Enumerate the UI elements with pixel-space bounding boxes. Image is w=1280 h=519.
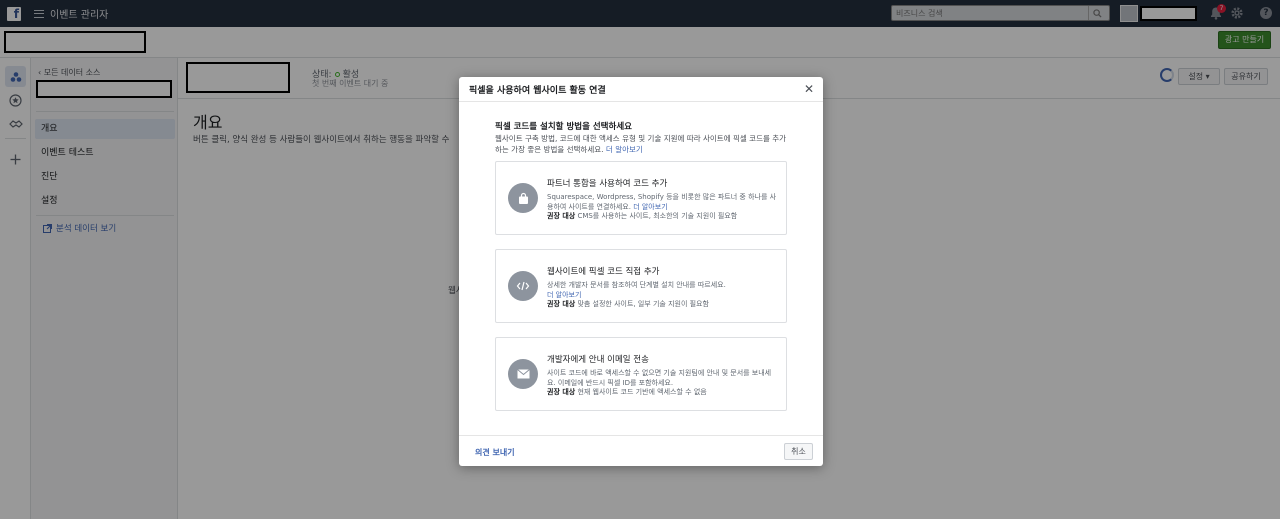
- envelope-icon: [508, 359, 538, 389]
- option-text: 개발자에게 안내 이메일 전송 사이트 코드에 바로 액세스할 수 없으면 기술…: [547, 353, 777, 398]
- option-manual-install[interactable]: 웹사이트에 픽셀 코드 직접 추가 상세한 개발자 문서를 참조하여 단계별 설…: [495, 249, 787, 323]
- cancel-button[interactable]: 취소: [784, 443, 813, 460]
- option-title: 파트너 통합을 사용하여 코드 추가: [547, 179, 668, 189]
- option-description: 사이트 코드에 바로 액세스할 수 없으면 기술 지원팀에 안내 및 문서를 보…: [547, 369, 772, 387]
- option-recommended: 권장 대상 현재 웹사이트 코드 기반에 액세스할 수 없음: [547, 388, 707, 396]
- modal-header: 픽셀을 사용하여 웹사이트 활동 연결: [459, 77, 823, 102]
- option-recommended: 권장 대상 맞춤 설정한 사이트, 일부 기술 지원이 필요함: [547, 300, 709, 308]
- option-description: 상세한 개발자 문서를 참조하여 단계별 설치 안내를 따르세요. 더 알아보기: [547, 281, 726, 299]
- close-icon[interactable]: ✕: [803, 83, 815, 95]
- connect-website-modal: 픽셀을 사용하여 웹사이트 활동 연결 ✕ 픽셀 코드를 설치할 방법을 선택하…: [459, 77, 823, 466]
- option-learn-more-link[interactable]: 더 알아보기: [547, 291, 581, 299]
- code-icon: [508, 271, 538, 301]
- send-feedback-link[interactable]: 의견 보내기: [475, 447, 515, 458]
- learn-more-link[interactable]: 더 알아보기: [606, 145, 643, 154]
- modal-footer: 의견 보내기 취소: [459, 435, 823, 466]
- option-text: 웹사이트에 픽셀 코드 직접 추가 상세한 개발자 문서를 참조하여 단계별 설…: [547, 265, 777, 310]
- option-text: 파트너 통합을 사용하여 코드 추가 Squarespace, Wordpres…: [547, 177, 777, 222]
- modal-title: 픽셀을 사용하여 웹사이트 활동 연결: [469, 85, 606, 96]
- option-learn-more-link[interactable]: 더 알아보기: [633, 203, 667, 211]
- option-recommended: 권장 대상 CMS를 사용하는 사이트, 최소한의 기술 지원이 필요함: [547, 212, 738, 220]
- shopping-bag-icon: [508, 183, 538, 213]
- option-title: 개발자에게 안내 이메일 전송: [547, 355, 649, 365]
- install-method-heading: 픽셀 코드를 설치할 방법을 선택하세요: [495, 122, 632, 132]
- install-method-description: 웹사이트 구축 방법, 코드에 대한 액세스 유형 및 기술 지원에 따라 사이…: [495, 134, 787, 154]
- option-partner-integration[interactable]: 파트너 통합을 사용하여 코드 추가 Squarespace, Wordpres…: [495, 161, 787, 235]
- option-title: 웹사이트에 픽셀 코드 직접 추가: [547, 267, 660, 277]
- option-description: Squarespace, Wordpress, Shopify 등을 비롯한 많…: [547, 193, 777, 211]
- option-email-developer[interactable]: 개발자에게 안내 이메일 전송 사이트 코드에 바로 액세스할 수 없으면 기술…: [495, 337, 787, 411]
- modal-body: 픽셀 코드를 설치할 방법을 선택하세요 웹사이트 구축 방법, 코드에 대한 …: [495, 120, 787, 411]
